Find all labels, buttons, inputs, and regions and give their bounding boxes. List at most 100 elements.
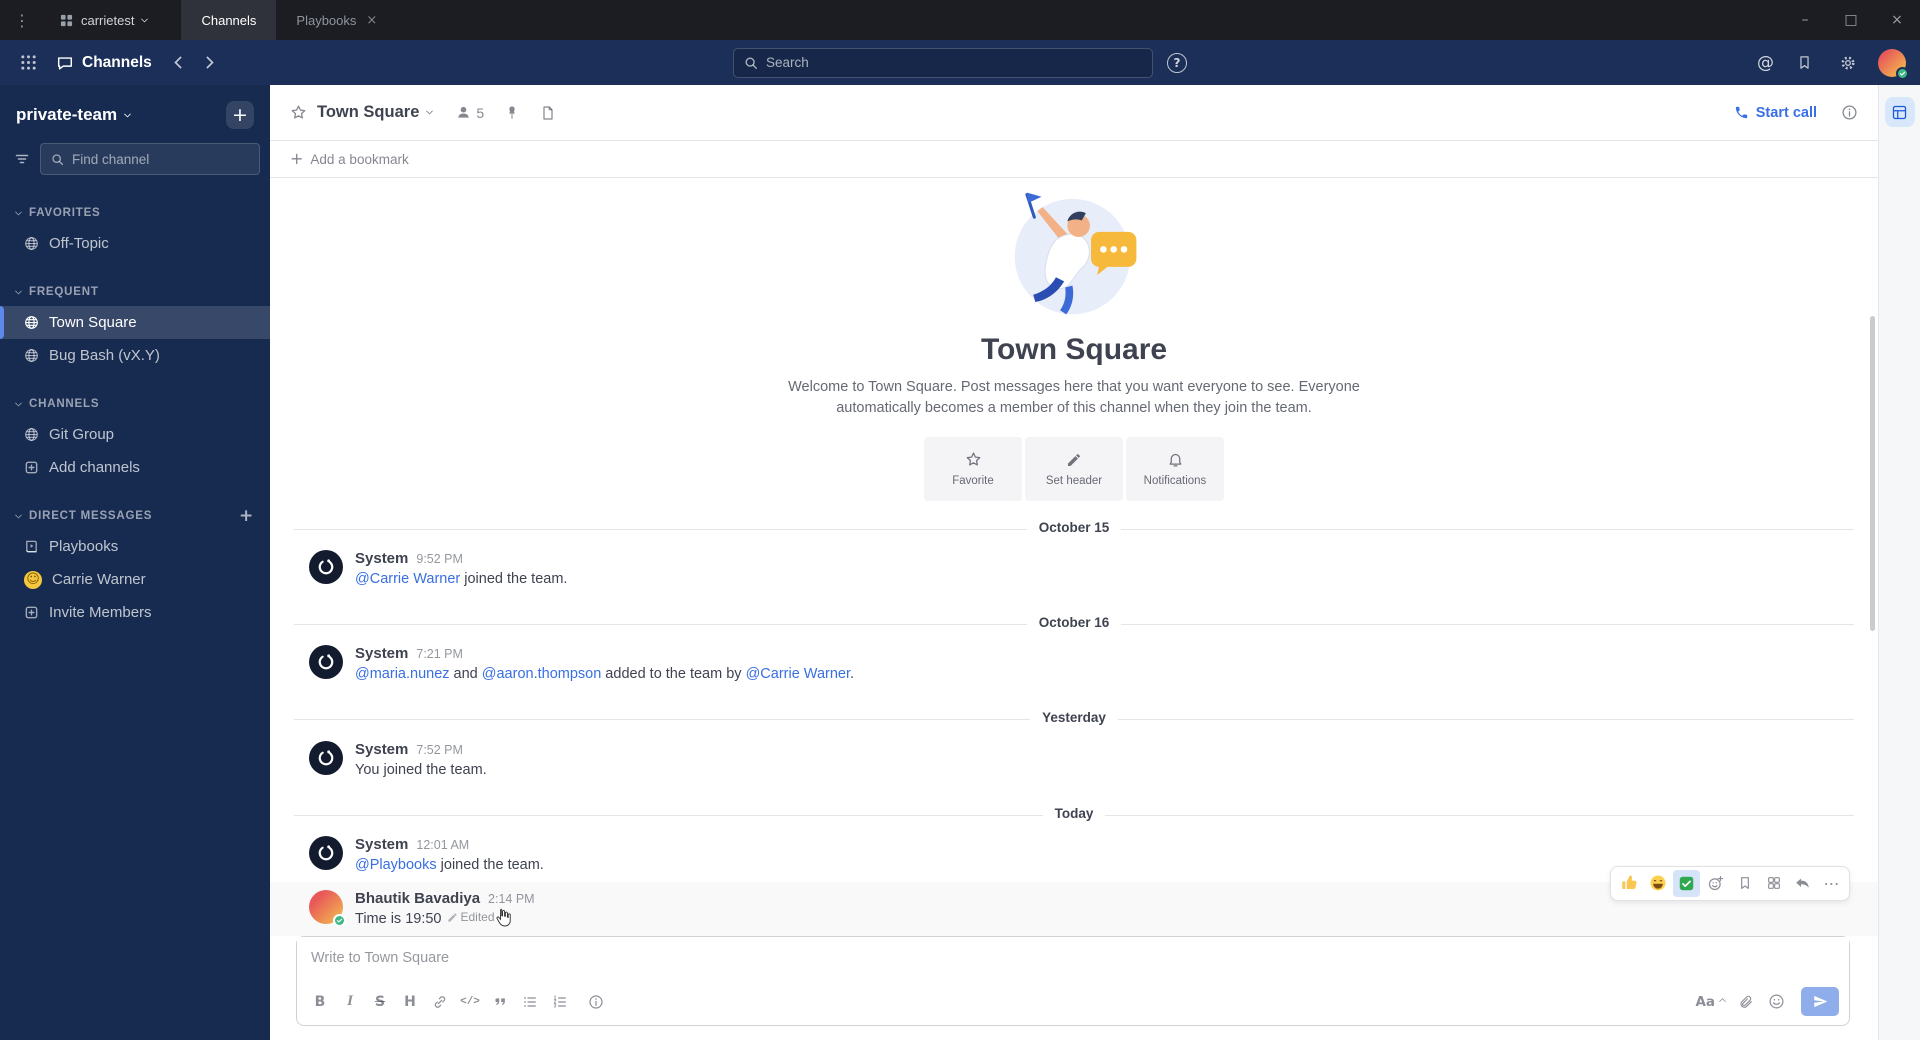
message-row[interactable]: System 7:21 PM @maria.nunez and @aaron.t… xyxy=(270,637,1878,691)
message-composer[interactable]: B I S H </> 123 xyxy=(296,936,1850,1026)
sidebar-item-town-square[interactable]: Town Square xyxy=(0,306,270,339)
action-label: Notifications xyxy=(1143,475,1207,488)
channel-files-button[interactable] xyxy=(540,105,556,121)
quote-button[interactable] xyxy=(487,989,513,1015)
edited-label: Edited xyxy=(460,909,495,924)
minimize-button[interactable]: – xyxy=(1782,0,1828,40)
message-text: @maria.nunez and @aaron.thompson added t… xyxy=(355,664,854,685)
sidebar-item-git-group[interactable]: Git Group xyxy=(0,418,270,451)
channel-filter-button[interactable] xyxy=(14,147,30,171)
start-call-button[interactable]: Start call xyxy=(1734,105,1817,121)
scrollbar-thumb[interactable] xyxy=(1870,316,1875,631)
paperclip-icon xyxy=(1740,995,1752,1008)
reply-button[interactable] xyxy=(1789,870,1816,897)
more-actions-button[interactable]: ⋯ xyxy=(1818,870,1845,897)
message-author: System xyxy=(355,645,409,663)
find-channel-input[interactable] xyxy=(72,151,249,167)
global-header: Channels ? @ xyxy=(0,40,1920,85)
add-channel-button[interactable]: + xyxy=(226,101,254,129)
add-direct-message-button[interactable]: + xyxy=(239,506,254,526)
sidebar-item-off-topic[interactable]: Off-Topic xyxy=(0,227,270,260)
channel-info-button[interactable] xyxy=(1841,104,1858,121)
at-mentions-button[interactable]: @ xyxy=(1757,53,1774,73)
date-divider: October 15 xyxy=(294,519,1854,538)
category-direct-messages[interactable]: DIRECT MESSAGES + xyxy=(0,502,270,530)
channel-intro-illustration xyxy=(1014,192,1136,315)
message-row-hovered[interactable]: Bhautik Bavadiya 2:14 PM Time is 19:50 Ed… xyxy=(270,865,1878,936)
heading-button[interactable]: H xyxy=(397,989,423,1015)
tab-label: Channels xyxy=(201,12,257,28)
strikethrough-button[interactable]: S xyxy=(367,989,393,1015)
tab-channels[interactable]: Channels xyxy=(181,0,277,40)
maximize-button[interactable]: □ xyxy=(1828,0,1874,40)
channel-header: Town Square 5 Start call xyxy=(270,85,1878,141)
favorite-action-button[interactable]: Favorite xyxy=(924,437,1022,502)
sidebar-item-playbooks-dm[interactable]: Playbooks xyxy=(0,530,270,563)
composer-input[interactable] xyxy=(297,937,1849,983)
mention-link[interactable]: @Carrie Warner xyxy=(746,666,850,682)
workspace-switcher[interactable]: carrietest xyxy=(44,0,163,40)
mention-link[interactable]: @Playbooks xyxy=(355,857,437,873)
bulleted-list-button[interactable] xyxy=(517,989,543,1015)
attach-file-button[interactable] xyxy=(1733,989,1759,1015)
user-avatar[interactable] xyxy=(1878,48,1909,80)
sidebar-item-invite-members[interactable]: Invite Members xyxy=(0,596,270,629)
members-button[interactable]: 5 xyxy=(456,105,484,121)
channel-name-menu[interactable]: Town Square xyxy=(317,103,434,122)
forward-button[interactable] xyxy=(200,56,214,69)
formatting-help-button[interactable] xyxy=(583,989,609,1015)
send-button[interactable] xyxy=(1801,987,1839,1016)
team-menu[interactable]: private-team xyxy=(16,105,132,125)
tab-close-icon[interactable]: × xyxy=(366,13,377,28)
sidebar-item-carrie-warner[interactable]: ☺ Carrie Warner xyxy=(0,563,270,596)
reaction-check-mark-button[interactable] xyxy=(1673,869,1700,897)
message-list[interactable]: Town Square Welcome to Town Square. Post… xyxy=(270,178,1878,936)
edited-indicator: Edited xyxy=(447,909,495,926)
message-row[interactable]: System 9:52 PM @Carrie Warner joined the… xyxy=(270,542,1878,596)
app-menu-icon[interactable]: ⋮ xyxy=(0,0,44,40)
bold-button[interactable]: B xyxy=(307,989,333,1015)
settings-button[interactable] xyxy=(1834,49,1862,77)
intro-description: Welcome to Town Square. Post messages he… xyxy=(788,379,1360,417)
reaction-thumbs-up-button[interactable] xyxy=(1615,870,1642,897)
add-reaction-button[interactable] xyxy=(1702,870,1729,897)
numbered-list-button[interactable]: 123 xyxy=(547,989,573,1015)
sidebar-item-add-channels[interactable]: Add channels xyxy=(0,451,270,484)
star-icon xyxy=(966,452,980,466)
category-frequent[interactable]: FREQUENT xyxy=(0,278,270,306)
category-favorites[interactable]: FAVORITES xyxy=(0,199,270,227)
find-channel-box[interactable] xyxy=(40,143,260,175)
italic-button[interactable]: I xyxy=(337,989,363,1015)
mention-link[interactable]: @maria.nunez xyxy=(355,666,450,682)
reaction-grinning-button[interactable] xyxy=(1644,870,1671,897)
back-button[interactable] xyxy=(173,56,187,69)
app-bar xyxy=(1878,85,1920,1040)
set-header-action-button[interactable]: Set header xyxy=(1025,437,1123,502)
category-channels[interactable]: CHANNELS xyxy=(0,390,270,418)
message-timestamp: 7:21 PM xyxy=(416,647,463,662)
close-button[interactable]: × xyxy=(1874,0,1920,40)
font-size-label: Aa xyxy=(1695,993,1715,1010)
code-button[interactable]: </> xyxy=(457,989,483,1015)
help-button[interactable]: ? xyxy=(1167,52,1187,73)
message-row[interactable]: System 7:52 PM You joined the team. xyxy=(270,733,1878,787)
add-bookmark-button[interactable]: + Add a bookmark xyxy=(290,151,409,167)
save-message-button[interactable] xyxy=(1731,870,1758,897)
check-mark-icon xyxy=(1679,876,1694,891)
mention-link[interactable]: @Carrie Warner xyxy=(355,571,460,587)
text-options-button[interactable]: Aa xyxy=(1691,994,1729,1010)
mention-link[interactable]: @aaron.thompson xyxy=(482,666,602,682)
search-input[interactable] xyxy=(766,55,1142,70)
message-actions-button[interactable] xyxy=(1760,870,1787,897)
tab-playbooks[interactable]: Playbooks × xyxy=(276,0,397,40)
saved-posts-button[interactable] xyxy=(1790,49,1818,77)
emoji-picker-button[interactable] xyxy=(1763,989,1789,1015)
global-search[interactable] xyxy=(733,47,1153,78)
notifications-action-button[interactable]: Notifications xyxy=(1126,437,1224,502)
boards-app-button[interactable] xyxy=(1884,97,1915,127)
favorite-star-button[interactable] xyxy=(290,104,307,121)
pinned-posts-button[interactable] xyxy=(504,105,520,121)
sidebar-item-bug-bash[interactable]: Bug Bash (vX.Y) xyxy=(0,339,270,372)
link-button[interactable] xyxy=(427,989,453,1015)
product-switcher-button[interactable] xyxy=(14,49,42,77)
